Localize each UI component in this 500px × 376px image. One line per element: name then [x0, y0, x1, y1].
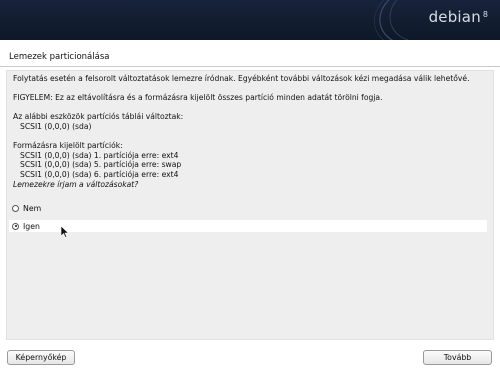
- format-item: SCSI1 (0,0,0) (sda) 6. partíciója erre: …: [20, 169, 179, 179]
- swirl-artwork: [373, 0, 409, 40]
- installer-banner: debian 8: [0, 0, 500, 40]
- brand-name: debian: [428, 8, 481, 26]
- title-divider: [0, 66, 500, 67]
- option-yes[interactable]: Igen: [9, 220, 487, 232]
- option-label: Nem: [23, 203, 42, 213]
- format-heading: Formázásra kijelölt partíciók:: [13, 141, 123, 151]
- warning-text: FIGYELEM: Ez az eltávolításra és a formá…: [13, 93, 383, 103]
- option-label: Igen: [23, 221, 40, 231]
- brand-version: 8: [482, 10, 488, 19]
- dialog-content: Folytatás esetén a felsorolt változtatás…: [13, 74, 483, 189]
- option-no[interactable]: Nem: [9, 202, 487, 214]
- mouse-cursor-icon: [61, 226, 69, 238]
- format-item: SCSI1 (0,0,0) (sda) 1. partíciója erre: …: [20, 150, 179, 160]
- table-item: SCSI1 (0,0,0) (sda): [20, 121, 92, 131]
- format-item: SCSI1 (0,0,0) (sda) 5. partíciója erre: …: [20, 160, 182, 170]
- radio-button-selected[interactable]: [12, 222, 19, 230]
- question-text: Lemezekre írjam a változásokat?: [13, 179, 139, 189]
- intro-text: Folytatás esetén a felsorolt változtatás…: [13, 74, 470, 83]
- table-heading: Az alábbi eszközök partíciós táblái vált…: [13, 112, 184, 122]
- screenshot-button[interactable]: Képernyőkép: [7, 350, 75, 365]
- debian-logo: debian 8: [429, 8, 488, 26]
- page-title: Lemezek particionálása: [9, 52, 110, 62]
- continue-button[interactable]: Tovább: [423, 350, 492, 365]
- radio-button[interactable]: [12, 204, 19, 212]
